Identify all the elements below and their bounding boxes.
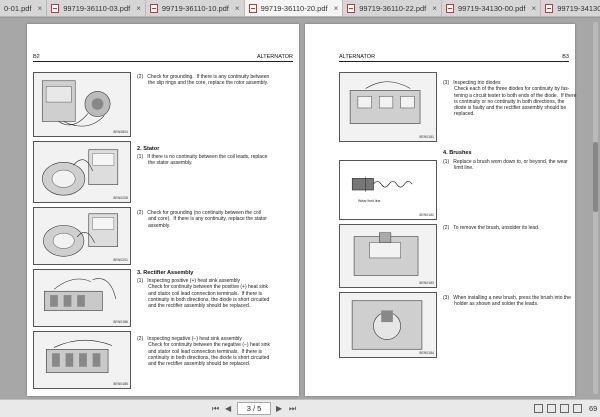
- tab-label: 99719-34130-00.pdf: [457, 4, 526, 13]
- page-indicator-input[interactable]: 3 / 5: [237, 402, 271, 415]
- tab-label: 0-01.pdf: [4, 4, 32, 13]
- figure-code: 8EN0201: [113, 258, 128, 262]
- single-page-view-icon[interactable]: [534, 404, 543, 413]
- diodes-item-3: (3) Inspecting trio diodes Check each of…: [443, 80, 577, 118]
- two-page-view-icon[interactable]: [547, 404, 556, 413]
- header-rule: [339, 61, 569, 62]
- tab-5[interactable]: 99719-34130-00.pdf ×: [442, 0, 542, 16]
- scroll-view-icon[interactable]: [560, 404, 569, 413]
- page-header: ALTERNATOR: [339, 54, 376, 60]
- zoom-level[interactable]: 69: [589, 404, 597, 413]
- tab-label: 99719-34130-01.pdf: [557, 4, 600, 13]
- pdf-icon: [51, 4, 60, 13]
- figure-rotor-ground-test: 8EN0804: [33, 72, 131, 137]
- pdf-icon: [545, 4, 554, 13]
- pdf-page-b3: ALTERNATOR B3 8EN0181 (3) Inspecting tri…: [305, 24, 577, 396]
- rectifier-item-2: (2) Inspecting negative (−) heat sink as…: [137, 336, 270, 368]
- fit-width-icon[interactable]: [573, 404, 582, 413]
- figure-code: 8EN0208: [113, 196, 128, 200]
- figure-stator-continuity: 8EN0208: [33, 141, 131, 203]
- figure-brush-unsolder: 8EN0183: [339, 224, 437, 288]
- close-tab-icon[interactable]: ×: [235, 4, 240, 13]
- pdf-icon: [248, 4, 257, 13]
- tab-label: 99719-36110-22.pdf: [359, 4, 427, 13]
- figure-positive-heat-sink: 8EN0186: [33, 269, 131, 327]
- previous-page-button[interactable]: ◀: [225, 403, 231, 414]
- stator-continuity-illustration: [42, 149, 119, 196]
- brush-install-illustration: [351, 300, 423, 350]
- tab-4[interactable]: 99719-36110-22.pdf ×: [343, 0, 442, 16]
- tab-bar: 0-01.pdf × 99719-36110-03.pdf × 99719-36110-…: [0, 0, 600, 17]
- figure-code: 8EN0804: [113, 130, 128, 134]
- close-tab-icon[interactable]: ×: [532, 4, 537, 13]
- figure-code: 8EN0182: [419, 213, 434, 217]
- close-tab-icon[interactable]: ×: [432, 4, 437, 13]
- figure-trio-diodes: 8EN0181: [339, 72, 437, 142]
- stator-item-1: (1) If there is no continuity between th…: [137, 154, 268, 167]
- pdf-icon: [445, 4, 454, 13]
- close-tab-icon[interactable]: ×: [38, 4, 43, 13]
- next-page-button[interactable]: ▶: [276, 403, 282, 414]
- last-page-button[interactable]: ⏭: [289, 403, 296, 414]
- tab-1[interactable]: 99719-36110-03.pdf ×: [47, 0, 146, 16]
- pdf-icon: [149, 4, 158, 13]
- close-tab-icon[interactable]: ×: [136, 4, 141, 13]
- section-stator-heading: 2. Stator: [137, 146, 160, 152]
- rotor-item-2: (2) Check for grounding. If there is any…: [137, 74, 270, 87]
- section-rectifier-heading: 3. Rectifier Assembly: [137, 270, 194, 276]
- brush-item-3: (3) When installing a new brush, press t…: [443, 295, 571, 308]
- pdf-page-b2: B2 ALTERNATOR 8EN0804 (2) Check for grou…: [27, 24, 299, 396]
- figure-code: 8EN0186: [113, 320, 128, 324]
- figure-negative-heat-sink: 8EN0185: [33, 331, 131, 389]
- figure-code: 8EN0183: [419, 281, 434, 285]
- page-number: B2: [33, 54, 40, 60]
- wear-limit-label: Wear limit line: [358, 199, 381, 203]
- page-number: B3: [562, 54, 569, 60]
- tab-6[interactable]: 99719-34130-01.pdf×: [541, 0, 600, 16]
- tab-label: 99719-36110-10.pdf: [161, 4, 229, 13]
- stator-ground-illustration: [43, 213, 119, 257]
- document-viewer[interactable]: B2 ALTERNATOR 8EN0804 (2) Check for grou…: [0, 18, 600, 399]
- negative-heat-sink-illustration: [45, 339, 113, 373]
- first-page-button[interactable]: ⏮: [212, 403, 219, 414]
- tab-2[interactable]: 99719-36110-10.pdf ×: [146, 0, 245, 16]
- figure-brush-install: 8EN0184: [339, 292, 437, 358]
- trio-diodes-illustration: [349, 81, 421, 124]
- figure-stator-ground: 8EN0201: [33, 207, 131, 265]
- section-brushes-heading: 4. Brushes: [443, 150, 472, 156]
- pdf-icon: [347, 4, 356, 13]
- tab-label: 99719-36110-03.pdf: [63, 4, 131, 13]
- figure-brush-wear: Wear limit line 8EN0182: [339, 160, 437, 220]
- header-rule: [33, 61, 293, 62]
- tab-0[interactable]: 0-01.pdf ×: [0, 0, 48, 16]
- figure-code: 8EN0185: [113, 382, 128, 386]
- page-header: ALTERNATOR: [256, 54, 293, 60]
- brush-wear-illustration: [351, 176, 413, 192]
- figure-code: 8EN0181: [419, 135, 434, 139]
- rectifier-item-1: (1) Inspecting positive (+) heat sink as…: [137, 278, 270, 310]
- brush-item-1: (1) Replace a brush worn down to, or bey…: [443, 159, 568, 172]
- rotor-ground-illustration: [41, 80, 111, 127]
- tab-3[interactable]: 99719-36110-20.pdf ×: [244, 0, 344, 16]
- tab-label: 99719-36110-20.pdf: [260, 4, 328, 13]
- scrollbar-thumb[interactable]: [593, 142, 598, 212]
- vertical-scrollbar[interactable]: [593, 22, 598, 394]
- navigation-toolbar: ⏮ ◀ 3 / 5 ▶ ⏭ 69: [0, 399, 600, 417]
- brush-unsolder-illustration: [353, 232, 419, 276]
- brush-item-2: (2) To remove the brush, unsolder its le…: [443, 225, 540, 231]
- stator-item-2: (2) Check for grounding (no continuity b…: [137, 210, 267, 229]
- figure-code: 8EN0184: [419, 351, 434, 355]
- close-tab-icon[interactable]: ×: [334, 4, 339, 13]
- positive-heat-sink-illustration: [44, 278, 117, 311]
